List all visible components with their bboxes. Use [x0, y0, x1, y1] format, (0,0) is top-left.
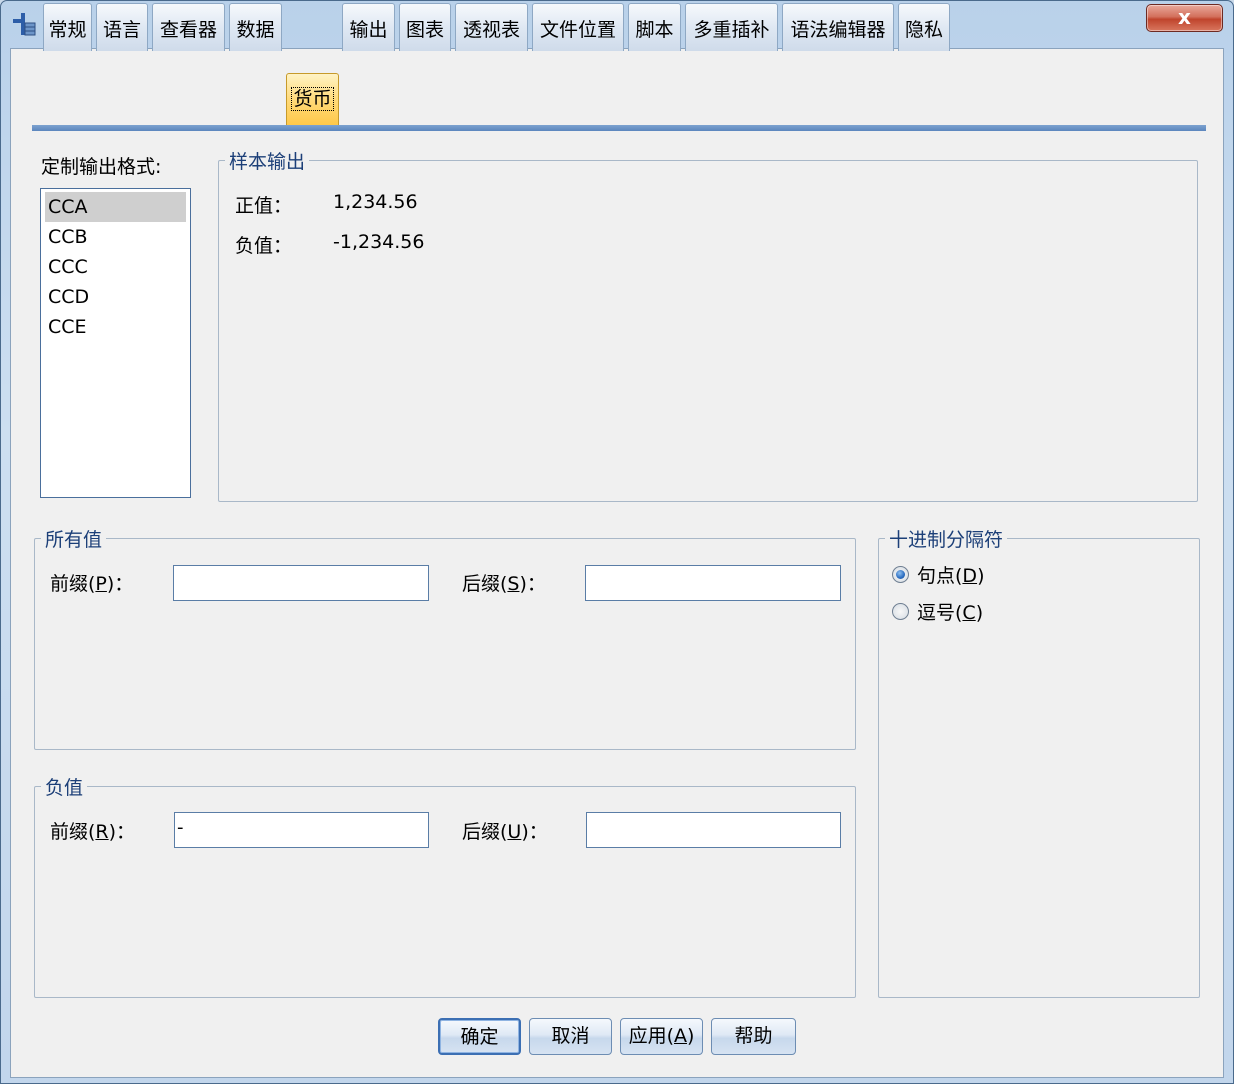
tab-language[interactable]: 语言 [96, 3, 148, 51]
apply-button[interactable]: 应用(A) [620, 1018, 703, 1055]
negative-value-sample: -1,234.56 [333, 231, 425, 253]
negative-values-group: 负值 [34, 773, 856, 998]
close-button[interactable]: x [1146, 4, 1223, 32]
tab-syntax-editor[interactable]: 语法编辑器 [782, 3, 894, 51]
decimal-comma-option[interactable]: 逗号(C) [892, 598, 983, 624]
negative-values-suffix-label: 后缀(U)： [462, 821, 548, 843]
comma-radio[interactable] [892, 602, 909, 620]
tab-output[interactable]: 输出 [342, 3, 395, 51]
all-values-prefix-label: 前缀(P)： [50, 573, 134, 595]
tab-pivot-tables[interactable]: 透视表 [455, 3, 528, 51]
options-dialog: 选项 x 常规 语言 查看器 数据 货币 输出 图表 透视表 文件位置 脚本 多… [0, 0, 1234, 1084]
negative-values-suffix-input[interactable] [586, 812, 841, 848]
all-values-prefix-input[interactable] [173, 565, 429, 601]
tab-charts[interactable]: 图表 [399, 3, 451, 51]
tab-scripts[interactable]: 脚本 [628, 3, 681, 51]
positive-value-label: 正值： [235, 195, 293, 217]
help-button[interactable]: 帮助 [711, 1018, 796, 1055]
decimal-separator-group: 十进制分隔符 [878, 525, 1200, 998]
tab-viewer[interactable]: 查看器 [152, 3, 225, 51]
all-values-group: 所有值 [34, 525, 856, 750]
custom-formats-label: 定制输出格式: [41, 156, 162, 178]
tab-panel-border [32, 125, 1206, 131]
list-item[interactable]: CCE [45, 312, 186, 342]
tab-data[interactable]: 数据 [229, 3, 282, 51]
negative-value-label: 负值： [235, 235, 293, 257]
all-values-legend: 所有值 [45, 529, 103, 551]
list-item[interactable]: CCA [45, 192, 186, 222]
comma-radio-label: 逗号(C) [917, 601, 984, 624]
custom-formats-list[interactable]: CCA CCB CCC CCD CCE [40, 188, 191, 498]
close-icon: x [1178, 5, 1191, 29]
decimal-separator-legend: 十进制分隔符 [889, 529, 1004, 551]
cancel-button[interactable]: 取消 [529, 1018, 612, 1055]
list-item[interactable]: CCC [45, 252, 186, 282]
tab-multiple-imputations[interactable]: 多重插补 [685, 3, 778, 51]
list-item[interactable]: CCD [45, 282, 186, 312]
negative-values-prefix-label: 前缀(R)： [50, 821, 136, 843]
all-values-suffix-input[interactable] [585, 565, 841, 601]
decimal-period-option[interactable]: 句点(D) [892, 561, 984, 587]
all-values-suffix-label: 后缀(S)： [462, 573, 546, 595]
period-radio-label: 句点(D) [917, 564, 985, 587]
app-icon [13, 13, 36, 36]
ok-button[interactable]: 确定 [438, 1018, 521, 1055]
tab-general[interactable]: 常规 [43, 3, 92, 51]
list-item[interactable]: CCB [45, 222, 186, 252]
tab-privacy[interactable]: 隐私 [898, 3, 950, 51]
negative-values-legend: 负值 [45, 777, 84, 799]
tab-file-locations[interactable]: 文件位置 [532, 3, 624, 51]
negative-values-prefix-input[interactable]: - [174, 812, 429, 848]
positive-value-sample: 1,234.56 [333, 191, 418, 213]
sample-output-legend: 样本输出 [229, 151, 306, 173]
tab-currency[interactable]: 货币 [286, 73, 339, 125]
period-radio[interactable] [892, 565, 909, 583]
